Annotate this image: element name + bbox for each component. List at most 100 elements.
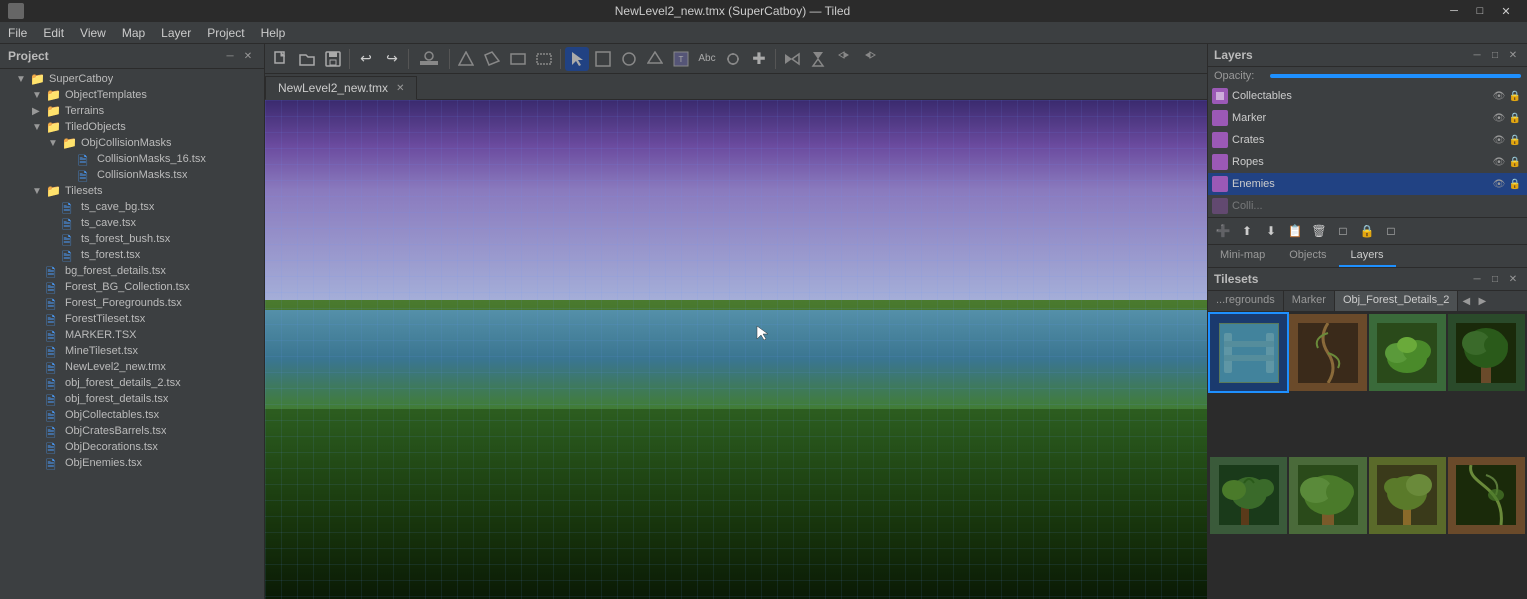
undo-button[interactable]: ↩ <box>354 47 378 71</box>
tileset-cell[interactable] <box>1448 314 1525 391</box>
menu-map[interactable]: Map <box>114 22 153 44</box>
tree-item-tilesets[interactable]: ▼ 📁 Tilesets <box>0 183 264 199</box>
redo-button[interactable]: ↪ <box>380 47 404 71</box>
tileset-cell[interactable] <box>1369 457 1446 534</box>
tree-item-tscave[interactable]: 🗎 ts_cave.tsx <box>0 215 264 231</box>
tree-item-tsforestbush[interactable]: 🗎 ts_forest_bush.tsx <box>0 231 264 247</box>
rotate-cw-button[interactable] <box>832 47 856 71</box>
layer-eye-button[interactable]: 👁 <box>1491 110 1507 126</box>
menu-edit[interactable]: Edit <box>35 22 72 44</box>
tab-minimap[interactable]: Mini-map <box>1208 245 1277 267</box>
select-area-button[interactable] <box>480 47 504 71</box>
move-layer-up-button[interactable]: ⬆ <box>1236 220 1258 242</box>
tilesets-nav-prev[interactable]: ◀ <box>1458 291 1474 311</box>
map-canvas[interactable] <box>265 100 1207 599</box>
tree-item-minetileset[interactable]: 🗎 MineTileset.tsx <box>0 343 264 359</box>
menu-project[interactable]: Project <box>199 22 252 44</box>
tree-item-collisionmasks16[interactable]: 🗎 CollisionMasks_16.tsx <box>0 151 264 167</box>
tree-item-collisionmasks[interactable]: 🗎 CollisionMasks.tsx <box>0 167 264 183</box>
tree-item-terrains[interactable]: ▶ 📁 Terrains <box>0 103 264 119</box>
tileset-cell[interactable] <box>1210 457 1287 534</box>
move-layer-down-button[interactable]: ⬇ <box>1260 220 1282 242</box>
open-file-button[interactable] <box>295 47 319 71</box>
layer-eye-button[interactable]: 👁 <box>1491 132 1507 148</box>
tileset-tab-objforest[interactable]: Obj_Forest_Details_2 <box>1335 291 1458 311</box>
tileset-tab-marker[interactable]: Marker <box>1284 291 1335 311</box>
project-minimize-button[interactable]: ─ <box>222 48 238 64</box>
layer-item-enemies[interactable]: Enemies 👁 🔒 <box>1208 173 1527 195</box>
tree-item-bgforest[interactable]: 🗎 bg_forest_details.tsx <box>0 263 264 279</box>
tileset-cell[interactable] <box>1448 457 1525 534</box>
tree-item-foresttileset[interactable]: 🗎 ForestTileset.tsx <box>0 311 264 327</box>
cursor-tool-button[interactable] <box>565 47 589 71</box>
rect-select-button[interactable] <box>506 47 530 71</box>
layer-lock2-button[interactable]: 🔒 <box>1356 220 1378 242</box>
layer-item-marker[interactable]: Marker 👁 🔒 <box>1208 107 1527 129</box>
flip-v-button[interactable] <box>806 47 830 71</box>
maximize-button[interactable]: □ <box>1467 0 1493 22</box>
add-layer-button[interactable]: ➕ <box>1212 220 1234 242</box>
layer-eye-button[interactable]: 👁 <box>1491 154 1507 170</box>
tile-insert-button[interactable]: T <box>669 47 693 71</box>
text-button[interactable]: Abc <box>695 47 719 71</box>
tree-item-objenemies[interactable]: 🗎 ObjEnemies.tsx <box>0 455 264 471</box>
layer-lock-button[interactable]: 🔒 <box>1507 154 1523 170</box>
tilesets-minimize-button[interactable]: ─ <box>1469 271 1485 287</box>
select2-button[interactable] <box>591 47 615 71</box>
polygon-button[interactable] <box>643 47 667 71</box>
tab-close-button[interactable]: ✕ <box>396 83 404 94</box>
tileset-cell[interactable] <box>1289 457 1366 534</box>
tileset-tab-foregrounds[interactable]: ...regrounds <box>1208 291 1284 311</box>
ellipse-select-button[interactable] <box>532 47 556 71</box>
tab-newlevel2[interactable]: NewLevel2_new.tmx ✕ <box>265 76 417 100</box>
tree-item-objdecorations[interactable]: 🗎 ObjDecorations.tsx <box>0 439 264 455</box>
tree-item-tsforest[interactable]: 🗎 ts_forest.tsx <box>0 247 264 263</box>
delete-layer-button[interactable]: 🗑 <box>1308 220 1330 242</box>
layer-extra-button[interactable]: □ <box>1380 220 1402 242</box>
tree-item-forestbgcoll[interactable]: 🗎 Forest_BG_Collection.tsx <box>0 279 264 295</box>
tree-item-objcollectables[interactable]: 🗎 ObjCollectables.tsx <box>0 407 264 423</box>
tree-item-objforest[interactable]: 🗎 obj_forest_details.tsx <box>0 391 264 407</box>
layer-lock-button[interactable]: 🔒 <box>1507 132 1523 148</box>
layer-lock-button[interactable]: 🔒 <box>1507 88 1523 104</box>
layer-item-extra[interactable]: Colli... <box>1208 195 1527 217</box>
tree-item-tiledobjects[interactable]: ▼ 📁 TiledObjects <box>0 119 264 135</box>
tileset-cell[interactable] <box>1369 314 1446 391</box>
tab-layers[interactable]: Layers <box>1339 245 1396 267</box>
tree-item-objcollisionmasks[interactable]: ▼ 📁 ObjCollisionMasks <box>0 135 264 151</box>
flip-h-button[interactable] <box>780 47 804 71</box>
tree-item-objforest2[interactable]: 🗎 obj_forest_details_2.tsx <box>0 375 264 391</box>
rotate-ccw-button[interactable] <box>858 47 882 71</box>
plus-button[interactable]: ✚ <box>747 47 771 71</box>
tree-item-supercatboy[interactable]: ▼ 📁 SuperCatboy <box>0 71 264 87</box>
menu-file[interactable]: File <box>0 22 35 44</box>
tilesets-close-button[interactable]: ✕ <box>1505 271 1521 287</box>
layer-item-crates[interactable]: Crates 👁 🔒 <box>1208 129 1527 151</box>
duplicate-layer-button[interactable]: 📋 <box>1284 220 1306 242</box>
minimize-button[interactable]: ─ <box>1441 0 1467 22</box>
tree-item-forestfg[interactable]: 🗎 Forest_Foregrounds.tsx <box>0 295 264 311</box>
tree-item-objcratesbarrels[interactable]: 🗎 ObjCratesBarrels.tsx <box>0 423 264 439</box>
layers-minimize-button[interactable]: ─ <box>1469 47 1485 63</box>
tree-item-tscavebg[interactable]: 🗎 ts_cave_bg.tsx <box>0 199 264 215</box>
project-close-button[interactable]: ✕ <box>240 48 256 64</box>
menu-help[interactable]: Help <box>253 22 294 44</box>
layers-maximize-button[interactable]: □ <box>1487 47 1503 63</box>
stamp-tool-button[interactable] <box>413 47 445 71</box>
layer-item-collectables[interactable]: Collectables 👁 🔒 <box>1208 85 1527 107</box>
tileset-cell[interactable] <box>1210 314 1287 391</box>
layer-group-button[interactable]: □ <box>1332 220 1354 242</box>
tree-item-objecttemplates[interactable]: ▼ 📁 ObjectTemplates <box>0 87 264 103</box>
new-file-button[interactable] <box>269 47 293 71</box>
tilesets-maximize-button[interactable]: □ <box>1487 271 1503 287</box>
opacity-slider[interactable] <box>1270 74 1521 78</box>
tab-objects[interactable]: Objects <box>1277 245 1338 267</box>
magic-button[interactable] <box>721 47 745 71</box>
menu-layer[interactable]: Layer <box>153 22 199 44</box>
layer-eye-button[interactable]: 👁 <box>1491 88 1507 104</box>
layer-lock-button[interactable]: 🔒 <box>1507 110 1523 126</box>
tree-item-newlevel2[interactable]: 🗎 NewLevel2_new.tmx <box>0 359 264 375</box>
circle-button[interactable] <box>617 47 641 71</box>
tilesets-nav-next[interactable]: ▶ <box>1474 291 1490 311</box>
save-file-button[interactable] <box>321 47 345 71</box>
